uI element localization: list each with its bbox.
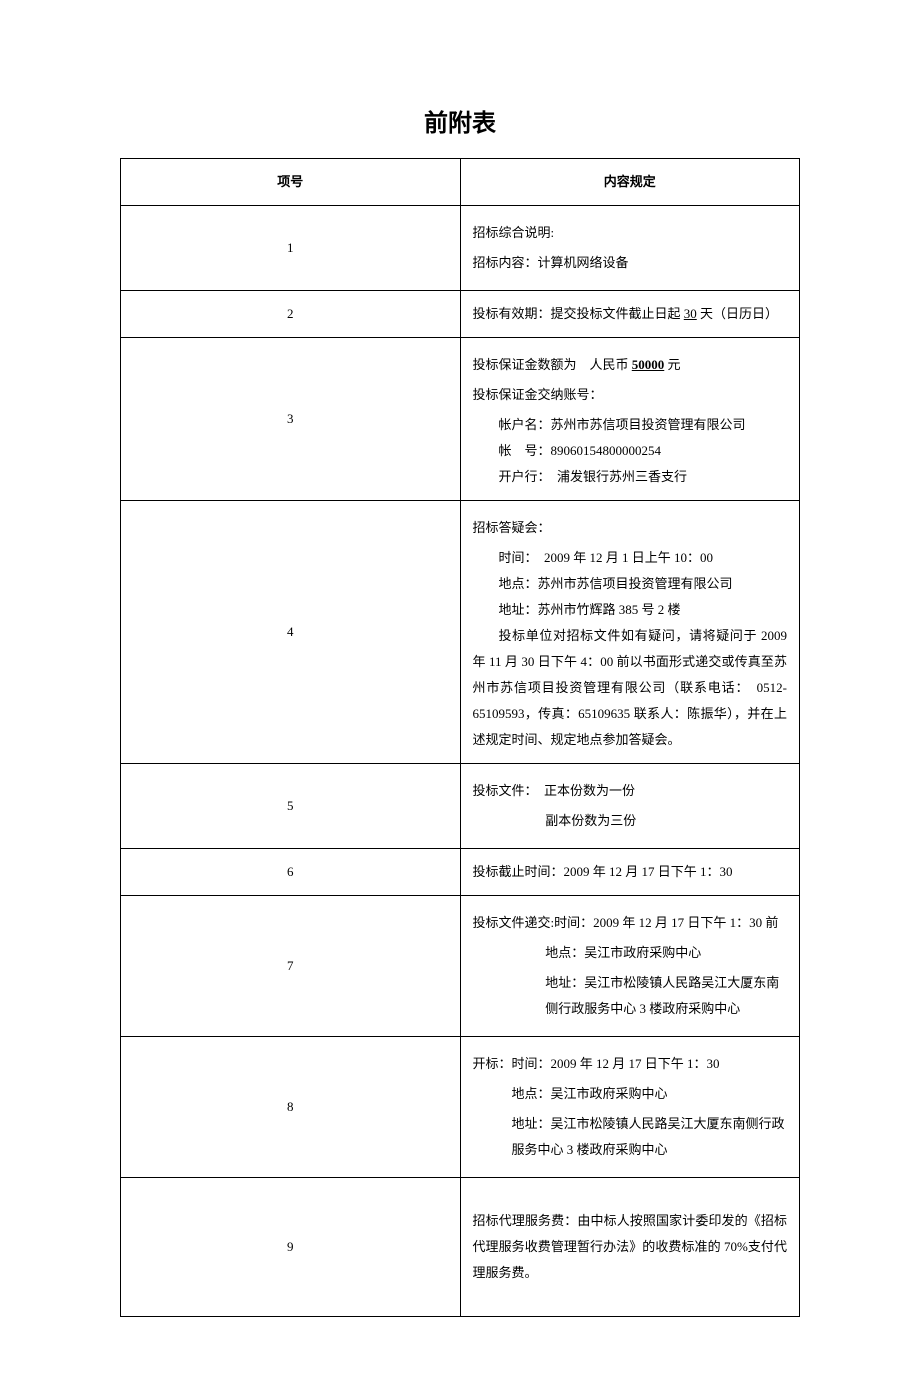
- table-row: 8 开标：时间：2009 年 12 月 17 日下午 1：30 地点：吴江市政府…: [121, 1037, 800, 1178]
- qa-place: 地点：苏州市苏信项目投资管理有限公司: [473, 571, 788, 597]
- bank-name: 开户行： 浦发银行苏州三香支行: [473, 464, 788, 490]
- text-line: 投标保证金数额为 人民币 50000 元: [473, 352, 788, 378]
- table-row: 2 投标有效期：提交投标文件截止日起 30 天（日历日）: [121, 291, 800, 338]
- row-number: 8: [121, 1037, 461, 1178]
- row-content: 投标文件： 正本份数为一份 副本份数为三份: [460, 764, 800, 849]
- submit-address: 地址：吴江市松陵镇人民路吴江大厦东南侧行政服务中心 3 楼政府采购中心: [473, 970, 788, 1022]
- open-place: 地点：吴江市政府采购中心: [473, 1081, 788, 1107]
- page-title: 前附表: [120, 100, 800, 148]
- table-row: 3 投标保证金数额为 人民币 50000 元 投标保证金交纳账号： 帐户名：苏州…: [121, 338, 800, 501]
- row-content: 投标有效期：提交投标文件截止日起 30 天（日历日）: [460, 291, 800, 338]
- row-number: 2: [121, 291, 461, 338]
- qa-paragraph: 投标单位对招标文件如有疑问，请将疑问于 2009 年 11 月 30 日下午 4…: [473, 623, 788, 753]
- bid-valid-days: 30: [684, 306, 697, 321]
- table-row: 6 投标截止时间：2009 年 12 月 17 日下午 1：30: [121, 849, 800, 896]
- text-line: 天（日历日）: [697, 306, 778, 321]
- row-content: 招标答疑会： 时间： 2009 年 12 月 1 日上午 10：00 地点：苏州…: [460, 501, 800, 764]
- deposit-suffix: 元: [664, 357, 680, 372]
- text-line: 招标综合说明:: [473, 220, 788, 246]
- text-line: 投标截止时间：2009 年 12 月 17 日下午 1：30: [473, 864, 733, 879]
- account-name: 帐户名：苏州市苏信项目投资管理有限公司: [473, 412, 788, 438]
- row-number: 7: [121, 896, 461, 1037]
- row-content: 投标文件递交:时间：2009 年 12 月 17 日下午 1：30 前 地点：吴…: [460, 896, 800, 1037]
- attachment-table: 项号 内容规定 1 招标综合说明: 招标内容：计算机网络设备 2 投标有效期：提…: [120, 158, 800, 1317]
- row-content: 投标保证金数额为 人民币 50000 元 投标保证金交纳账号： 帐户名：苏州市苏…: [460, 338, 800, 501]
- table-row: 5 投标文件： 正本份数为一份 副本份数为三份: [121, 764, 800, 849]
- row-content: 招标综合说明: 招标内容：计算机网络设备: [460, 206, 800, 291]
- text-line: 招标答疑会：: [473, 515, 788, 541]
- text-line: 投标文件递交:时间：2009 年 12 月 17 日下午 1：30 前: [473, 910, 788, 936]
- header-content: 内容规定: [460, 159, 800, 206]
- header-item-no: 项号: [121, 159, 461, 206]
- text-line: 招标代理服务费：由中标人按照国家计委印发的《招标代理服务收费管理暂行办法》的收费…: [473, 1213, 788, 1280]
- row-content: 投标截止时间：2009 年 12 月 17 日下午 1：30: [460, 849, 800, 896]
- submit-place: 地点：吴江市政府采购中心: [473, 940, 788, 966]
- row-content: 开标：时间：2009 年 12 月 17 日下午 1：30 地点：吴江市政府采购…: [460, 1037, 800, 1178]
- row-content: 招标代理服务费：由中标人按照国家计委印发的《招标代理服务收费管理暂行办法》的收费…: [460, 1178, 800, 1317]
- text-line: 开标：时间：2009 年 12 月 17 日下午 1：30: [473, 1051, 788, 1077]
- text-line: 投标文件： 正本份数为一份: [473, 778, 788, 804]
- deposit-prefix: 投标保证金数额为 人民币: [473, 357, 632, 372]
- page: 前附表 项号 内容规定 1 招标综合说明: 招标内容：计算机网络设备 2 投标有…: [0, 0, 920, 1377]
- row-number: 4: [121, 501, 461, 764]
- text-line: 招标内容：计算机网络设备: [473, 250, 788, 276]
- row-number: 1: [121, 206, 461, 291]
- open-address: 地址：吴江市松陵镇人民路吴江大厦东南侧行政服务中心 3 楼政府采购中心: [473, 1111, 788, 1163]
- table-row: 7 投标文件递交:时间：2009 年 12 月 17 日下午 1：30 前 地点…: [121, 896, 800, 1037]
- table-header-row: 项号 内容规定: [121, 159, 800, 206]
- qa-time: 时间： 2009 年 12 月 1 日上午 10：00: [473, 545, 788, 571]
- row-number: 6: [121, 849, 461, 896]
- row-number: 3: [121, 338, 461, 501]
- table-row: 9 招标代理服务费：由中标人按照国家计委印发的《招标代理服务收费管理暂行办法》的…: [121, 1178, 800, 1317]
- table-row: 1 招标综合说明: 招标内容：计算机网络设备: [121, 206, 800, 291]
- row-number: 9: [121, 1178, 461, 1317]
- text-line: 投标有效期：提交投标文件截止日起: [473, 306, 684, 321]
- row-number: 5: [121, 764, 461, 849]
- qa-address: 地址：苏州市竹辉路 385 号 2 楼: [473, 597, 788, 623]
- account-number: 帐 号：89060154800000254: [473, 438, 788, 464]
- text-line: 副本份数为三份: [473, 808, 788, 834]
- deposit-amount: 50000: [632, 357, 665, 372]
- table-row: 4 招标答疑会： 时间： 2009 年 12 月 1 日上午 10：00 地点：…: [121, 501, 800, 764]
- text-line: 投标保证金交纳账号：: [473, 382, 788, 408]
